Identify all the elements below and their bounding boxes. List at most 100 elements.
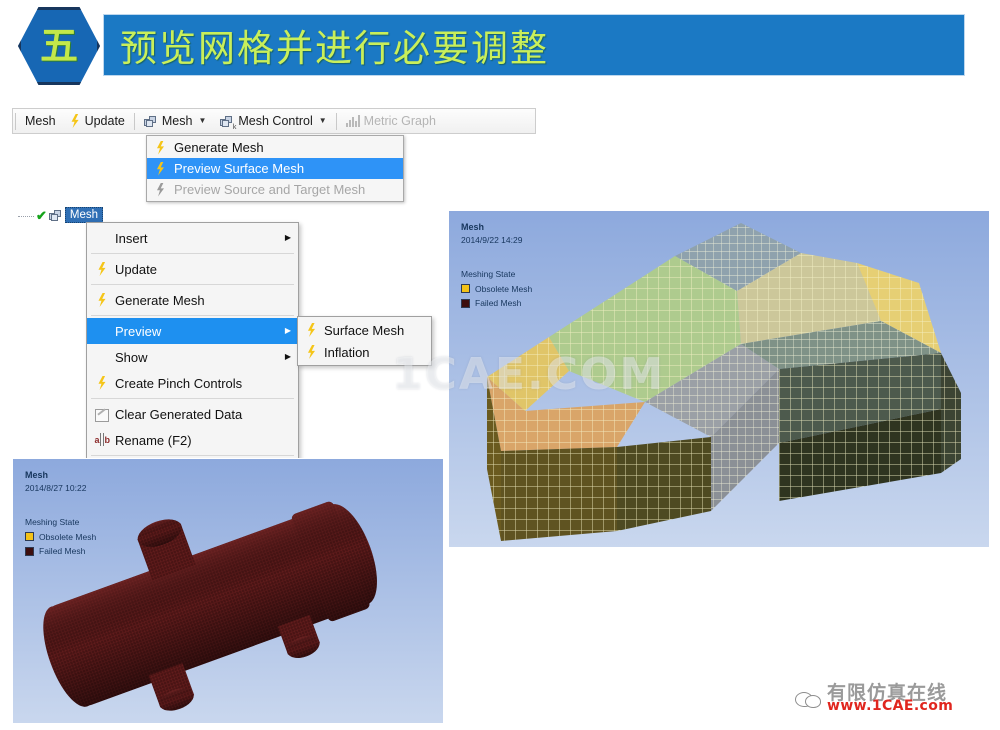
legend-row-obsolete-mesh: Obsolete Mesh [461,283,532,295]
title-banner: 五 预览网格并进行必要调整 [0,0,1000,92]
legend-label: Obsolete Mesh [475,283,533,294]
step-number-text: 五 [39,24,78,68]
menu-divider [91,284,294,285]
dropdown-item-preview-surface-mesh[interactable]: Preview Surface Mesh [147,158,403,179]
context-item-show[interactable]: Show ▶ [87,344,298,370]
dropdown-item-preview-source-target-mesh: Preview Source and Target Mesh [147,179,403,200]
context-item-label: Update [115,261,157,277]
context-item-insert[interactable]: Insert ▶ [87,225,298,251]
page-title: 预览网格并进行必要调整 [120,27,549,70]
dropdown-item-generate-mesh[interactable]: Generate Mesh [147,137,403,158]
preview-submenu: Surface Mesh Inflation [297,316,432,366]
viewport-timestamp: 2014/9/22 14:29 [461,235,523,246]
toolbar-label: Mesh [25,114,56,128]
chevron-down-icon[interactable]: ▼ [198,117,206,125]
mesh-control-icon: k [220,115,236,131]
menu-divider [91,315,294,316]
legend-label: Obsolete Mesh [39,531,97,542]
rename-icon: ab [94,433,110,446]
context-item-update[interactable]: Update [87,256,298,282]
toolbar-label: Mesh [161,114,193,128]
legend-swatch [461,284,470,294]
context-item-generate-mesh[interactable]: Generate Mesh [87,287,298,313]
tree-connector [18,215,34,217]
legend-swatch [461,298,470,308]
toolbar-divider [133,112,135,130]
toolbar-item-mesh-label[interactable]: Mesh [18,109,63,133]
legend-title: Meshing State [461,269,516,280]
context-item-label: Rename (F2) [115,432,192,448]
submenu-item-inflation[interactable]: Inflation [298,341,431,363]
legend-title: Meshing State [25,517,80,528]
context-item-label: Show [115,349,148,365]
context-item-create-pinch-controls[interactable]: Create Pinch Controls [87,370,298,396]
bar-chart-icon [345,115,360,127]
toolbar-label: Metric Graph [363,114,436,128]
legend-swatch [25,532,34,542]
mesh-dropdown-menu: Generate Mesh Preview Surface Mesh Previ… [146,135,404,202]
mesh-viewport-surface-preview[interactable]: Mesh 2014/9/22 14:29 Meshing State Obsol… [448,210,990,548]
context-item-label: Insert [115,230,148,246]
legend-swatch [25,546,34,556]
bolt-icon [306,345,317,359]
legend-row-failed-mesh: Failed Mesh [461,297,532,309]
tree-node-mesh[interactable]: ✔ Mesh [18,207,104,223]
toolbar-divider [335,112,337,130]
bolt-icon [93,293,111,307]
chevron-right-icon: ▶ [284,233,291,242]
viewport-model-name: Mesh [25,470,49,480]
site-watermark: 有限仿真在线 www.1CAE.com [795,684,953,714]
context-item-clear-generated-data[interactable]: Clear Generated Data [87,401,298,427]
context-item-preview[interactable]: Preview ▶ [87,318,298,344]
toolbar-label: Mesh Control [238,114,313,128]
mesh-cube-icon [48,209,63,222]
context-item-label: Clear Generated Data [115,406,243,422]
mesh-viewport-solid-mesh[interactable]: Mesh 2014/8/27 10:22 Meshing State Obsol… [12,458,444,724]
context-item-label: Generate Mesh [115,292,205,308]
submenu-item-label: Inflation [324,344,370,360]
watermark-url: www.1CAE.com [827,698,954,714]
mesh-context-menu: Insert ▶ Update Generate Mesh Preview ▶ … [86,222,299,487]
step-number-badge: 五 [18,7,100,85]
bolt-icon [93,262,111,276]
toolbar-item-mesh-dropdown[interactable]: Mesh ▼ [137,109,214,133]
viewport-legend: Mesh 2014/9/22 14:29 Meshing State Obsol… [461,221,532,309]
chat-bubble-icon [795,689,821,709]
bolt-icon [93,376,111,390]
toolbar-item-mesh-control[interactable]: k Mesh Control ▼ [213,109,333,133]
toolbar-item-update[interactable]: Update [63,109,132,133]
mesh-cube-icon [143,115,158,128]
toolbar-label: Update [84,114,125,128]
tree-node-label[interactable]: Mesh [64,207,104,223]
chevron-right-icon: ▶ [284,326,291,335]
bolt-icon [70,114,81,128]
pencil-icon [93,408,111,422]
viewport-timestamp: 2014/8/27 10:22 [25,483,87,494]
bolt-icon [306,323,317,337]
context-item-label: Preview [115,323,162,339]
dropdown-item-label: Preview Surface Mesh [174,161,305,176]
dropdown-item-label: Generate Mesh [174,140,264,155]
toolbar-divider [15,112,16,130]
bolt-icon [155,141,166,155]
menu-divider [91,398,294,399]
chevron-down-icon[interactable]: ▼ [319,117,327,125]
legend-label: Failed Mesh [39,545,86,556]
chevron-right-icon: ▶ [284,352,291,361]
bolt-grey-icon [155,183,166,197]
checkmark-icon: ✔ [36,207,47,223]
submenu-item-label: Surface Mesh [324,322,405,338]
context-item-rename[interactable]: ab Rename (F2) [87,427,298,453]
mesh-toolbar: Mesh Update Mesh ▼ k Mesh Control ▼ Metr… [12,108,536,134]
legend-label: Failed Mesh [475,297,522,308]
viewport-legend: Mesh 2014/8/27 10:22 Meshing State Obsol… [25,469,96,557]
context-item-label: Create Pinch Controls [115,375,243,391]
viewport-model-name: Mesh [461,222,485,232]
menu-divider [91,455,294,456]
menu-divider [91,253,294,254]
legend-row-obsolete-mesh: Obsolete Mesh [25,531,96,543]
dropdown-item-label: Preview Source and Target Mesh [174,182,366,197]
toolbar-item-metric-graph: Metric Graph [339,109,443,133]
bolt-icon [155,162,166,176]
submenu-item-surface-mesh[interactable]: Surface Mesh [298,319,431,341]
